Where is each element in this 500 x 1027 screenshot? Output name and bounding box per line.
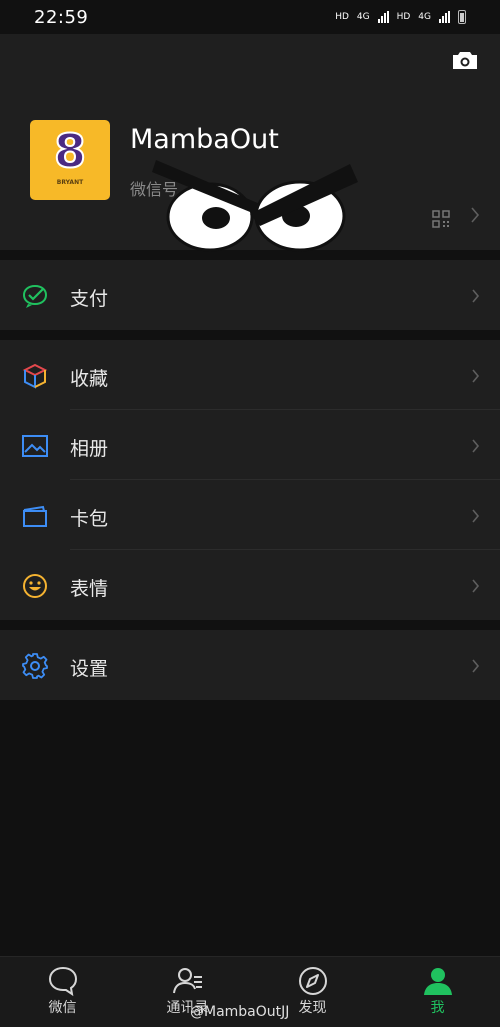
- image-icon: [22, 435, 48, 457]
- section-gap: [0, 620, 500, 630]
- cube-icon: [22, 363, 48, 389]
- menu-item-label: 卡包: [70, 508, 109, 530]
- menu-item-favorites[interactable]: 收藏: [0, 340, 500, 410]
- menu-item-label: 设置: [70, 658, 109, 680]
- chevron-right-icon: [471, 207, 480, 223]
- chevron-right-icon: [472, 439, 480, 453]
- avatar[interactable]: 8 BRYANT: [30, 120, 110, 200]
- menu-item-album[interactable]: 相册: [0, 410, 500, 480]
- features-group: 收藏 相册 卡包 表情: [0, 340, 500, 620]
- menu-item-settings[interactable]: 设置: [0, 630, 500, 700]
- status-time: 22:59: [34, 6, 89, 28]
- weibo-watermark: @MambaOutJJ: [190, 1004, 290, 1020]
- network-label-1: HD: [335, 12, 349, 22]
- smiley-icon: [23, 574, 47, 598]
- nickname: MambaOut: [130, 124, 279, 155]
- gen-label-1: 4G: [356, 12, 370, 22]
- tab-label: 我: [430, 1000, 445, 1016]
- tab-chats[interactable]: 微信: [0, 957, 125, 1027]
- wechat-me-screen: 22:59 HD 4G HD 4G 8 BRYANT MambaOut 微信号: [0, 0, 500, 1027]
- signal-icon: [377, 11, 389, 23]
- status-bar: 22:59 HD 4G HD 4G: [0, 0, 500, 34]
- chevron-right-icon: [472, 369, 480, 383]
- settings-group: 设置: [0, 630, 500, 700]
- menu-item-label: 收藏: [70, 368, 109, 390]
- menu-item-stickers[interactable]: 表情: [0, 550, 500, 620]
- avatar-caption: BRYANT: [56, 179, 84, 186]
- menu-item-label: 支付: [70, 288, 109, 310]
- chevron-right-icon: [472, 659, 480, 673]
- network-label-2: HD: [396, 12, 411, 22]
- gen-label-2: 4G: [418, 12, 431, 22]
- qr-code-icon[interactable]: [432, 210, 450, 228]
- contacts-icon: [172, 968, 202, 994]
- tab-label: 微信: [48, 1000, 77, 1016]
- chevron-right-icon: [472, 579, 480, 593]
- section-gap: [0, 330, 500, 340]
- tab-me[interactable]: 我: [375, 957, 500, 1027]
- profile-header[interactable]: 8 BRYANT MambaOut 微信号: [0, 34, 500, 252]
- avatar-number: 8: [53, 123, 87, 179]
- menu-item-label: 相册: [70, 438, 109, 460]
- battery-icon: [458, 10, 466, 24]
- angry-eyes-sticker: [152, 160, 358, 252]
- compass-icon: [298, 967, 327, 995]
- gear-icon: [22, 653, 48, 679]
- bottom-tab-bar: 微信 通讯录 发现 我 @MambaOutJJ: [0, 956, 500, 1027]
- signal-icon: [439, 11, 450, 23]
- person-icon: [423, 968, 452, 995]
- menu-item-label: 表情: [70, 578, 109, 600]
- menu-item-pay[interactable]: 支付: [0, 260, 500, 330]
- wallet-icon: [23, 505, 47, 527]
- pay-group: 支付: [0, 260, 500, 330]
- camera-icon[interactable]: [452, 50, 478, 70]
- chevron-right-icon: [472, 289, 480, 303]
- chevron-right-icon: [472, 509, 480, 523]
- status-indicators: HD 4G HD 4G: [335, 10, 466, 24]
- pay-icon: [22, 284, 48, 308]
- menu-item-cards[interactable]: 卡包: [0, 480, 500, 550]
- chat-bubble-icon: [48, 966, 77, 997]
